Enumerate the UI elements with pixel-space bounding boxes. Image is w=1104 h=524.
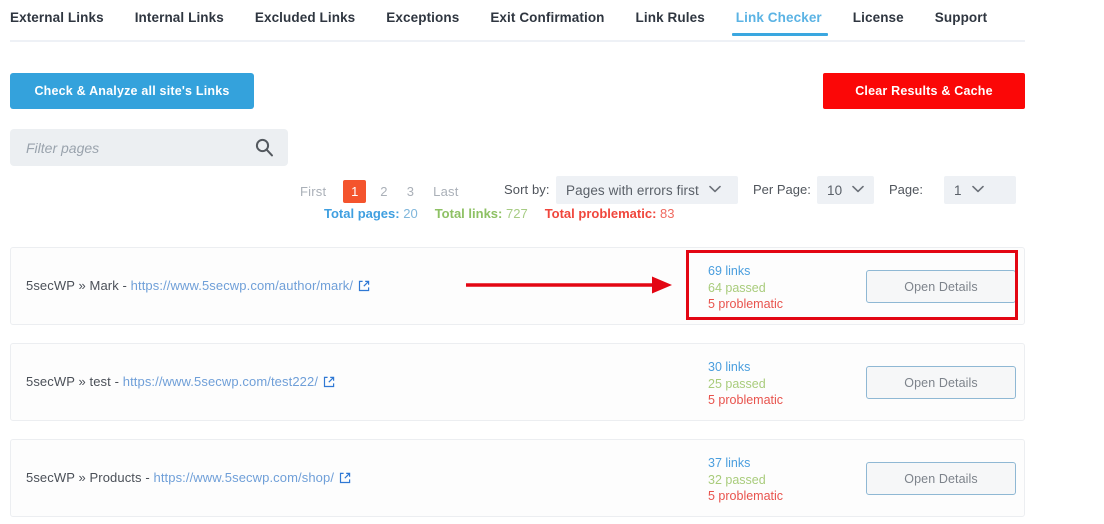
tab-bar: External Links Internal Links Excluded L… — [10, 10, 1025, 42]
sort-by-select[interactable]: Pages with errors first — [556, 176, 738, 204]
total-problematic-value: 83 — [660, 206, 675, 221]
external-link-icon[interactable] — [339, 472, 351, 487]
row-links-count: 30 links — [708, 360, 751, 374]
chevron-down-icon — [709, 185, 721, 196]
total-pages: Total pages: 20 — [324, 206, 418, 221]
row-page-title: 5secWP » Mark - — [26, 278, 131, 293]
pager-page-1[interactable]: 1 — [343, 179, 367, 203]
total-problematic: Total problematic: 83 — [545, 206, 675, 221]
row-links-count: 69 links — [708, 264, 751, 278]
sort-by-label: Sort by: — [504, 182, 550, 197]
tab-exceptions[interactable]: Exceptions — [386, 10, 459, 35]
tab-excluded-links[interactable]: Excluded Links — [255, 10, 355, 35]
chevron-down-icon — [971, 185, 984, 196]
row-problematic-count: 5 problematic — [708, 489, 784, 503]
pager-last[interactable]: Last — [433, 184, 458, 199]
filter-pages-input[interactable] — [24, 129, 244, 166]
table-row[interactable]: 5secWP » Mark - https://www.5secwp.com/a… — [10, 247, 1025, 325]
total-problematic-label: Total problematic: — [544, 206, 657, 221]
tab-external-links[interactable]: External Links — [10, 10, 104, 35]
pagination: First 1 2 3 Last — [300, 178, 476, 204]
row-page-url[interactable]: https://www.5secwp.com/shop/ — [153, 470, 334, 485]
total-links-value: 727 — [505, 206, 528, 221]
open-details-button[interactable]: Open Details — [866, 270, 1016, 303]
per-page-value: 10 — [827, 182, 843, 198]
row-page-title: 5secWP » Products - — [26, 470, 154, 485]
tab-internal-links[interactable]: Internal Links — [135, 10, 224, 35]
row-stats: 69 links 64 passed 5 problematic — [708, 263, 783, 313]
total-pages-value: 20 — [403, 206, 418, 221]
page-label: Page: — [889, 182, 923, 197]
table-row[interactable]: 5secWP » Products - https://www.5secwp.c… — [10, 439, 1025, 517]
per-page-select[interactable]: 10 — [817, 176, 874, 204]
row-page-url[interactable]: https://www.5secwp.com/author/mark/ — [131, 278, 353, 293]
link-checker-page: External Links Internal Links Excluded L… — [0, 0, 1104, 524]
row-problematic-count: 5 problematic — [708, 297, 784, 311]
row-title: 5secWP » Mark - https://www.5secwp.com/a… — [26, 278, 370, 295]
row-links-count: 37 links — [708, 456, 751, 470]
page-value: 1 — [954, 182, 962, 198]
row-stats: 30 links 25 passed 5 problematic — [708, 359, 783, 409]
tab-link-rules[interactable]: Link Rules — [636, 10, 705, 35]
tab-exit-confirmation[interactable]: Exit Confirmation — [490, 10, 604, 35]
pager-page-3[interactable]: 3 — [407, 184, 414, 199]
sort-by-value: Pages with errors first — [566, 182, 699, 198]
pager-page-2[interactable]: 2 — [380, 184, 387, 199]
open-details-button[interactable]: Open Details — [866, 462, 1016, 495]
pager-first[interactable]: First — [300, 184, 326, 199]
table-row[interactable]: 5secWP » test - https://www.5secwp.com/t… — [10, 343, 1025, 421]
row-title: 5secWP » test - https://www.5secwp.com/t… — [26, 374, 335, 391]
total-links: Total links: 727 — [435, 206, 528, 221]
filter-pages-field[interactable] — [10, 129, 288, 166]
per-page-label: Per Page: — [753, 182, 811, 197]
row-title: 5secWP » Products - https://www.5secwp.c… — [26, 470, 351, 487]
row-problematic-count: 5 problematic — [708, 393, 784, 407]
check-analyze-button[interactable]: Check & Analyze all site's Links — [10, 73, 254, 109]
total-pages-label: Total pages: — [324, 206, 400, 221]
clear-results-cache-button[interactable]: Clear Results & Cache — [823, 73, 1025, 109]
search-icon[interactable] — [254, 137, 274, 157]
page-select[interactable]: 1 — [944, 176, 1016, 204]
external-link-icon[interactable] — [358, 280, 370, 295]
row-passed-count: 25 passed — [708, 376, 766, 391]
row-stats: 37 links 32 passed 5 problematic — [708, 455, 783, 505]
row-page-title: 5secWP » test - — [26, 374, 123, 389]
totals-summary: Total pages: 20 Total links: 727 Total pro… — [324, 206, 692, 221]
row-passed-count: 64 passed — [708, 280, 766, 295]
row-passed-count: 32 passed — [708, 472, 766, 487]
open-details-button[interactable]: Open Details — [866, 366, 1016, 399]
total-links-label: Total links: — [434, 206, 503, 221]
row-page-url[interactable]: https://www.5secwp.com/test222/ — [123, 374, 318, 389]
tab-license[interactable]: License — [853, 10, 904, 35]
tab-link-checker[interactable]: Link Checker — [731, 10, 828, 36]
external-link-icon[interactable] — [323, 376, 335, 391]
tab-divider — [10, 40, 1025, 42]
tab-support[interactable]: Support — [935, 10, 987, 35]
chevron-down-icon — [852, 185, 865, 196]
